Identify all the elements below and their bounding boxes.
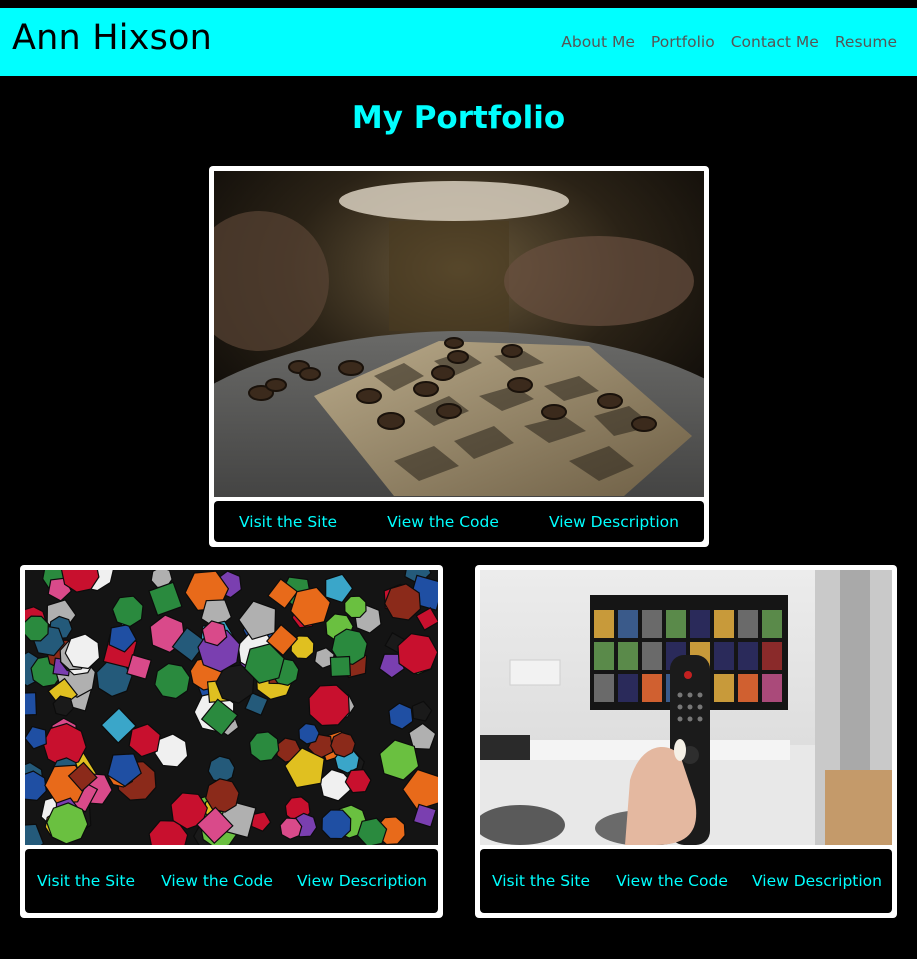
project-card-tv: Visit the Site View the Code View Descri… — [475, 565, 897, 918]
site-header: Ann Hixson About Me Portfolio Contact Me… — [0, 8, 917, 76]
view-code-link[interactable]: View the Code — [602, 869, 742, 893]
project-links-checkers: Visit the Site View the Code View Descri… — [214, 501, 704, 542]
view-description-link[interactable]: View Description — [287, 869, 437, 893]
nav-portfolio[interactable]: Portfolio — [651, 33, 715, 51]
project-links-dice: Visit the Site View the Code View Descri… — [25, 849, 438, 913]
site-brand[interactable]: Ann Hixson — [12, 18, 212, 58]
view-description-link[interactable]: View Description — [549, 510, 679, 534]
view-description-link[interactable]: View Description — [742, 869, 892, 893]
visit-site-link[interactable]: Visit the Site — [239, 510, 337, 534]
tv-remote-photo[interactable] — [480, 570, 892, 845]
project-card-checkers: Visit the Site View the Code View Descri… — [209, 166, 709, 547]
main-nav: About Me Portfolio Contact Me Resume — [561, 33, 897, 51]
polyhedral-dice-photo[interactable] — [25, 570, 438, 845]
checkers-board-photo[interactable] — [214, 171, 704, 497]
view-code-link[interactable]: View the Code — [387, 510, 499, 534]
project-card-dice: Visit the Site View the Code View Descri… — [20, 565, 443, 918]
nav-about-me[interactable]: About Me — [561, 33, 635, 51]
nav-contact-me[interactable]: Contact Me — [731, 33, 819, 51]
page-title: My Portfolio — [351, 100, 566, 136]
visit-site-link[interactable]: Visit the Site — [480, 869, 602, 893]
visit-site-link[interactable]: Visit the Site — [25, 869, 147, 893]
project-links-tv: Visit the Site View the Code View Descri… — [480, 849, 892, 913]
nav-resume[interactable]: Resume — [835, 33, 897, 51]
top-strip — [0, 0, 917, 8]
view-code-link[interactable]: View the Code — [147, 869, 287, 893]
